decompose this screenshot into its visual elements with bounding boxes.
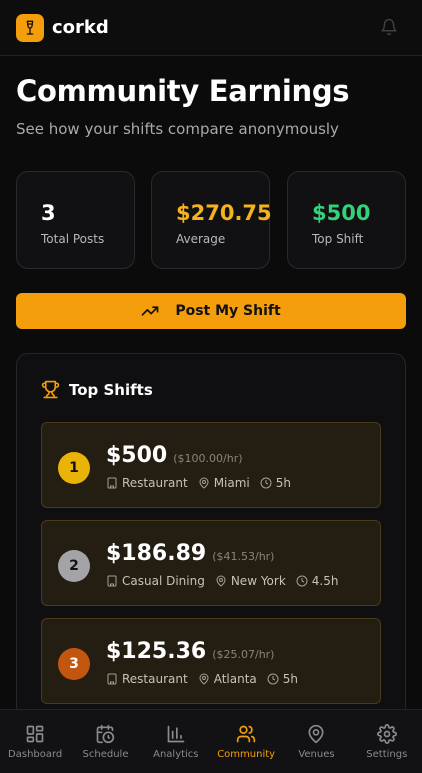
nav-label: Schedule: [82, 749, 129, 760]
top-shifts-title: Top Shifts: [69, 380, 153, 399]
stat-value: $270.75: [176, 201, 272, 225]
shift-hourly-rate: ($41.53/hr): [212, 550, 275, 563]
nav-item-schedule[interactable]: Schedule: [70, 710, 140, 773]
venue-label: Restaurant: [122, 476, 188, 490]
location: New York: [215, 574, 286, 588]
users-icon: [236, 725, 256, 743]
stat-card-top-shift: $500 Top Shift: [287, 171, 406, 269]
duration: 5h: [260, 476, 291, 490]
shift-meta: Restaurant Miami 5h: [106, 476, 301, 490]
trending-up-icon: [142, 306, 159, 316]
shift-total: $500: [106, 443, 168, 468]
shift-hourly-rate: ($100.00/hr): [173, 452, 243, 465]
bell-icon[interactable]: [380, 18, 398, 36]
clock-icon: [296, 575, 308, 587]
stat-card-average: $270.75 Average: [151, 171, 272, 269]
shift-total: $186.89: [106, 541, 207, 566]
hours-label: 5h: [275, 476, 292, 490]
venue-type: Casual Dining: [106, 574, 205, 588]
stat-value: 3: [41, 201, 56, 225]
nav-item-community[interactable]: Community: [211, 710, 281, 773]
duration: 4.5h: [296, 574, 339, 588]
stat-value: $500: [312, 201, 371, 225]
location: Miami: [198, 476, 250, 490]
shift-meta: Casual Dining New York 4.5h: [106, 574, 348, 588]
hours-label: 4.5h: [311, 574, 339, 588]
stat-card-total-posts: 3 Total Posts: [16, 171, 135, 269]
rank-badge: 3: [58, 648, 90, 680]
nav-item-dashboard[interactable]: Dashboard: [0, 710, 70, 773]
bottom-nav: Dashboard Schedule Analytics Community V…: [0, 709, 422, 773]
city-label: New York: [230, 574, 286, 588]
nav-item-venues[interactable]: Venues: [281, 710, 351, 773]
rank-badge: 1: [58, 452, 90, 484]
nav-label: Dashboard: [8, 749, 63, 760]
clock-icon: [267, 673, 279, 685]
top-shifts-panel: Top Shifts 1 $500 ($100.00/hr) Restaurant…: [16, 353, 406, 733]
building-icon: [107, 477, 117, 489]
shift-card[interactable]: 3 $125.36 ($25.07/hr) Restaurant Atlanta …: [41, 618, 381, 704]
top-shifts-heading: Top Shifts: [41, 380, 153, 399]
city-label: Miami: [213, 476, 250, 490]
venue-label: Casual Dining: [122, 574, 205, 588]
nav-label: Analytics: [153, 749, 199, 760]
location: Atlanta: [198, 672, 257, 686]
grid-icon: [26, 725, 44, 743]
logo[interactable]: [16, 13, 44, 42]
rank-badge: 2: [58, 550, 90, 582]
shift-amount: $500 ($100.00/hr): [106, 443, 243, 468]
page-title: Community Earnings: [16, 74, 350, 108]
calendar-clock-icon: [97, 724, 115, 744]
stat-label: Average: [176, 232, 226, 246]
gear-icon: [376, 724, 397, 744]
venue-type: Restaurant: [106, 672, 188, 686]
venue-type: Restaurant: [106, 476, 188, 490]
nav-label: Community: [217, 749, 276, 760]
shift-amount: $125.36 ($25.07/hr): [106, 639, 274, 664]
map-pin-icon: [216, 575, 226, 587]
map-pin-icon: [199, 477, 209, 489]
shift-card[interactable]: 2 $186.89 ($41.53/hr) Casual Dining New Y…: [41, 520, 381, 606]
venue-label: Restaurant: [122, 672, 188, 686]
app-root: corkd Community Earnings See how your sh…: [0, 0, 422, 773]
nav-label: Venues: [298, 749, 335, 760]
wine-glass-icon: [26, 20, 34, 35]
shift-amount: $186.89 ($41.53/hr): [106, 541, 274, 566]
duration: 5h: [267, 672, 298, 686]
map-pin-icon: [308, 724, 324, 744]
stat-label: Total Posts: [41, 232, 105, 246]
building-icon: [107, 575, 117, 587]
nav-label: Settings: [366, 749, 408, 760]
clock-icon: [260, 477, 272, 489]
map-pin-icon: [199, 673, 209, 685]
hours-label: 5h: [282, 672, 299, 686]
post-my-shift-label: Post My Shift: [175, 303, 281, 319]
shift-total: $125.36: [106, 639, 207, 664]
page-subtitle: See how your shifts compare anonymously: [16, 120, 339, 138]
shift-card[interactable]: 1 $500 ($100.00/hr) Restaurant Miami 5h: [41, 422, 381, 508]
building-icon: [107, 673, 117, 685]
post-my-shift-button[interactable]: Post My Shift: [16, 293, 406, 329]
brand-name: corkd: [52, 17, 109, 38]
nav-item-analytics[interactable]: Analytics: [141, 710, 211, 773]
bar-chart-icon: [167, 725, 185, 743]
city-label: Atlanta: [213, 672, 257, 686]
shift-meta: Restaurant Atlanta 5h: [106, 672, 308, 686]
nav-item-settings[interactable]: Settings: [352, 710, 422, 773]
app-header: corkd: [0, 0, 422, 56]
trophy-icon: [41, 380, 60, 399]
shift-hourly-rate: ($25.07/hr): [212, 648, 275, 661]
stat-label: Top Shift: [312, 232, 364, 246]
